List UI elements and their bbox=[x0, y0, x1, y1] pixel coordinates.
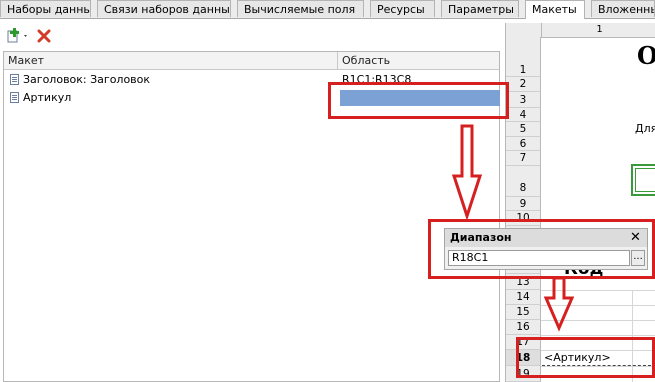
toolbar bbox=[0, 25, 500, 49]
arrow-down-icon bbox=[544, 276, 574, 332]
sheet-green-frame bbox=[631, 164, 655, 196]
tab-label: Вложенные bbox=[598, 3, 654, 16]
row-number: 15 bbox=[506, 305, 541, 320]
row-layout-name: Заголовок: Заголовок bbox=[23, 73, 151, 86]
row-number: 7 bbox=[506, 151, 541, 166]
delete-button[interactable] bbox=[37, 29, 51, 43]
row-number: 14 bbox=[506, 290, 541, 305]
sheet-text-fragment: Для bbox=[635, 122, 655, 135]
delete-icon bbox=[37, 29, 51, 43]
column-header-area: Область bbox=[342, 54, 391, 67]
add-icon bbox=[7, 28, 27, 43]
tab-calculated-fields[interactable]: Вычисляемые поля bbox=[237, 0, 364, 17]
tab-bar: Наборы данных Связи наборов данных Вычис… bbox=[0, 0, 655, 19]
row-number: 9 bbox=[506, 197, 541, 211]
row-number: 2 bbox=[506, 77, 541, 92]
tab-label: Макеты bbox=[532, 3, 577, 16]
tab-layouts[interactable]: Макеты bbox=[525, 0, 585, 19]
tab-label: Ресурсы bbox=[377, 3, 425, 16]
table-header: Макет Область bbox=[4, 52, 499, 70]
arrow-down-icon bbox=[452, 124, 482, 220]
document-icon bbox=[10, 92, 19, 103]
row-layout-name: Артикул bbox=[23, 91, 72, 104]
tab-parameters[interactable]: Параметры bbox=[441, 0, 519, 17]
annotation-box-cell bbox=[516, 337, 655, 378]
annotation-box-area bbox=[328, 82, 509, 119]
add-button[interactable] bbox=[6, 28, 30, 44]
tab-label: Связи наборов данных bbox=[104, 3, 231, 16]
row-number: 16 bbox=[506, 320, 541, 335]
tab-label: Наборы данных bbox=[7, 3, 91, 16]
row-number: 8 bbox=[506, 166, 541, 197]
tab-dataset-links[interactable]: Связи наборов данных bbox=[97, 0, 231, 17]
grid-line bbox=[541, 335, 655, 336]
document-icon bbox=[10, 74, 19, 85]
tab-label: Вычисляемые поля bbox=[244, 3, 356, 16]
column-header-1: 1 bbox=[541, 23, 655, 37]
row-number: 1 bbox=[506, 37, 541, 77]
tab-resources[interactable]: Ресурсы bbox=[370, 0, 435, 17]
sheet-title-fragment: О bbox=[637, 41, 655, 70]
row-number: 5 bbox=[506, 122, 541, 137]
row-number: 6 bbox=[506, 137, 541, 151]
column-header-layout: Макет bbox=[4, 52, 338, 69]
row-number: 3 bbox=[506, 92, 541, 108]
tab-datasets[interactable]: Наборы данных bbox=[0, 0, 91, 17]
column-header-bar: 1 bbox=[506, 23, 655, 38]
tab-label: Параметры bbox=[448, 3, 514, 16]
annotation-box-dialog bbox=[428, 219, 655, 279]
row-number: 4 bbox=[506, 108, 541, 122]
layout-spreadsheet[interactable]: 1 1 2 3 4 5 6 7 8 9 10 12 13 14 15 16 17… bbox=[505, 23, 655, 382]
tab-nested[interactable]: Вложенные bbox=[591, 0, 655, 17]
